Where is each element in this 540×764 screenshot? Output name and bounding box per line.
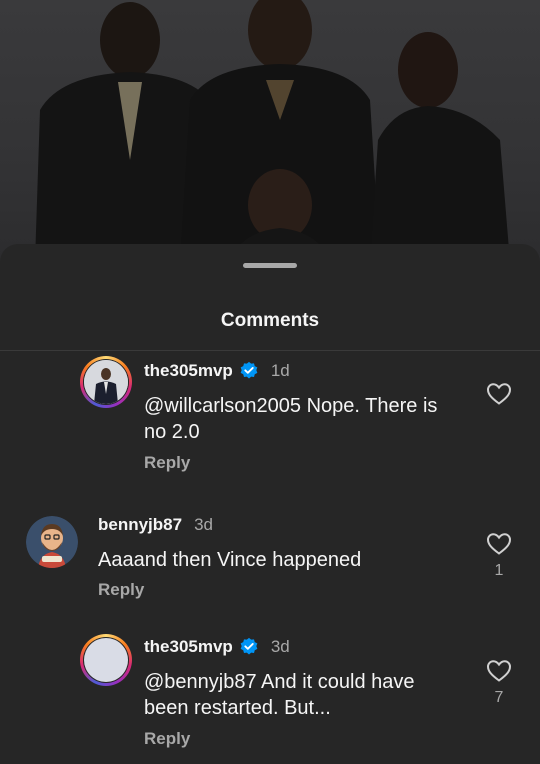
verified-badge-icon bbox=[240, 637, 258, 655]
comment-username[interactable]: the305mvp bbox=[144, 361, 233, 381]
reply-button[interactable]: Reply bbox=[144, 729, 190, 749]
header-divider bbox=[0, 350, 540, 351]
comment-time: 1d bbox=[270, 361, 290, 380]
sheet-title: Comments bbox=[220, 310, 320, 331]
comment-time: 3d bbox=[270, 637, 290, 656]
comment-text: @willcarlson2005 Nope. There is no 2.0 bbox=[144, 395, 438, 443]
story-ring[interactable] bbox=[80, 356, 132, 408]
like-count: 7 bbox=[494, 689, 504, 706]
heart-icon[interactable] bbox=[486, 659, 512, 683]
post-photo bbox=[0, 0, 540, 262]
story-ring[interactable] bbox=[80, 634, 132, 686]
drag-handle[interactable] bbox=[243, 263, 297, 268]
comment-time: 3d bbox=[194, 515, 214, 534]
avatar[interactable] bbox=[84, 638, 128, 682]
verified-badge-icon bbox=[240, 361, 258, 379]
reply-button[interactable]: Reply bbox=[98, 580, 144, 600]
comment-username[interactable]: bennyjb87 bbox=[98, 515, 182, 535]
like-count: 1 bbox=[494, 562, 504, 579]
comment-text: Aaaand then Vince happened bbox=[98, 549, 362, 571]
heart-icon[interactable] bbox=[486, 532, 512, 556]
comments-sheet: Comments the305mvp 1d @willcarlson2005 N… bbox=[0, 244, 540, 764]
comment-username[interactable]: the305mvp bbox=[144, 637, 233, 657]
avatar[interactable] bbox=[26, 516, 78, 568]
heart-icon[interactable] bbox=[486, 382, 512, 406]
comment-text: @bennyjb87 And it could have been restar… bbox=[144, 671, 415, 719]
avatar[interactable] bbox=[84, 360, 128, 404]
reply-button[interactable]: Reply bbox=[144, 453, 190, 473]
